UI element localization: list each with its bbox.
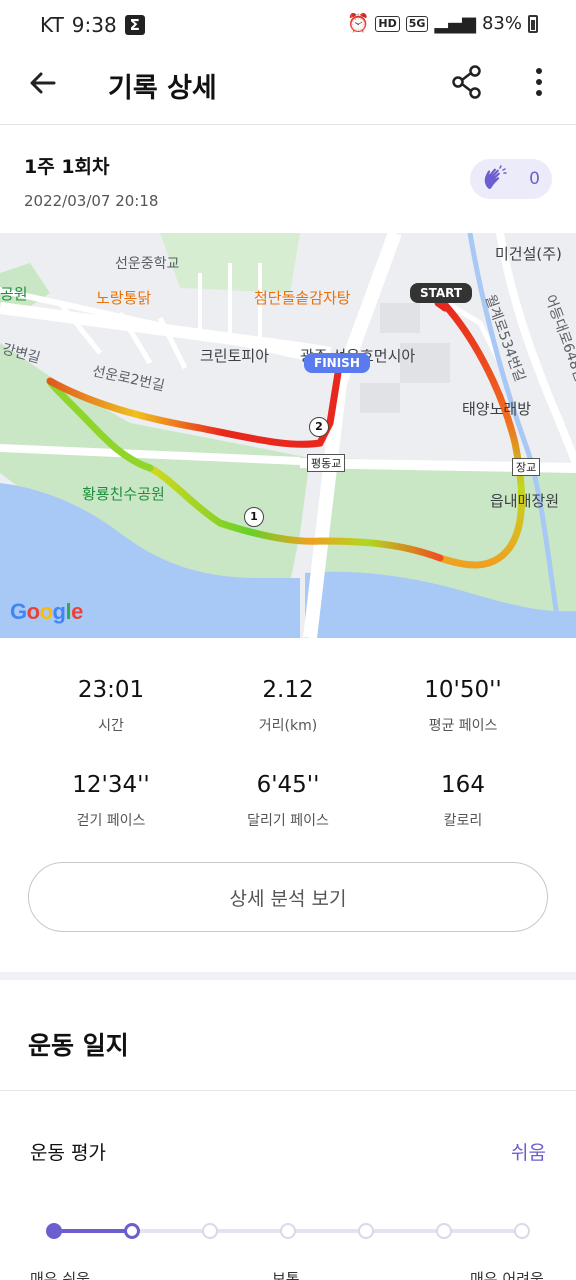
- status-bar: KT 9:38 Σ ⏰ HD 5G ▂▄▆ 83%: [0, 0, 576, 50]
- slider-step[interactable]: [280, 1223, 296, 1239]
- status-right: ⏰ HD 5G ▂▄▆ 83%: [347, 13, 538, 34]
- stat-label: 거리(km): [258, 718, 318, 734]
- map-label-school: 선운중학교: [115, 256, 180, 272]
- signal-icon: ▂▄▆: [434, 13, 476, 34]
- clap-icon: [484, 165, 507, 190]
- page-title: 기록 상세: [108, 73, 217, 104]
- building-block: [360, 383, 400, 413]
- slider-step[interactable]: [46, 1223, 62, 1239]
- stat-label: 시간: [98, 718, 124, 734]
- scale-label-min: 매우 쉬움: [30, 1270, 90, 1280]
- km-marker: 1: [244, 507, 264, 527]
- journal-title: 운동 일지: [28, 1031, 129, 1060]
- map-label-restaurant: 노랑통닭: [96, 289, 152, 307]
- carrier: KT: [40, 13, 64, 37]
- map-label-company: 미건설(주): [495, 245, 562, 263]
- stat-label: 평균 페이스: [428, 718, 498, 734]
- scale-label-max: 매우 어려움: [470, 1270, 544, 1280]
- stat-label: 칼로리: [443, 813, 483, 829]
- more-options-icon[interactable]: [528, 66, 550, 98]
- evaluation-value: 쉬움: [511, 1142, 546, 1164]
- sigma-icon: Σ: [124, 15, 145, 35]
- map-label-park: 공원: [0, 285, 28, 303]
- map-label-shop: 크린토피아: [200, 347, 270, 365]
- slider-fill: [54, 1229, 132, 1233]
- stat-value: 23:01: [77, 677, 145, 703]
- stat-run-pace: 6'45'' 달리기 페이스: [192, 772, 384, 830]
- section-divider: [0, 972, 576, 980]
- share-icon[interactable]: [450, 64, 484, 100]
- stat-distance: 2.12 거리(km): [192, 677, 384, 735]
- app-bar: 기록 상세: [0, 50, 576, 125]
- km-marker: 2: [309, 417, 329, 437]
- stat-time: 23:01 시간: [15, 677, 207, 735]
- clock: 9:38: [71, 13, 117, 37]
- stat-value: 10'50'': [424, 677, 502, 703]
- status-left: KT 9:38 Σ: [40, 13, 145, 37]
- hd-icon: HD: [375, 15, 400, 32]
- slider-step[interactable]: [358, 1223, 374, 1239]
- back-arrow-icon[interactable]: [26, 66, 60, 100]
- slider-step[interactable]: [124, 1223, 140, 1239]
- stat-value: 12'34'': [72, 772, 150, 798]
- stat-value: 2.12: [262, 677, 314, 703]
- stat-walk-pace: 12'34'' 걷기 페이스: [15, 772, 207, 830]
- slider-step[interactable]: [436, 1223, 452, 1239]
- evaluation-label: 운동 평가: [30, 1142, 106, 1164]
- map-label-park: 황룡친수공원: [82, 485, 165, 503]
- stat-label: 달리기 페이스: [247, 813, 329, 829]
- finish-pin: FINISH: [304, 353, 370, 373]
- stat-label: 걷기 페이스: [76, 813, 146, 829]
- route-start-stub: [434, 299, 449, 312]
- slider-step[interactable]: [514, 1223, 530, 1239]
- battery-level: 83%: [481, 13, 522, 34]
- start-pin: START: [410, 283, 473, 303]
- scale-label-mid: 보통: [272, 1270, 300, 1280]
- detail-analysis-button[interactable]: 상세 분석 보기: [28, 862, 548, 932]
- map-label-bridge: 평동교: [307, 454, 346, 472]
- record-header: 1주 1회차 2022/03/07 20:18 0: [0, 126, 576, 232]
- stat-calories: 164 칼로리: [367, 772, 559, 830]
- google-logo: Google: [10, 599, 83, 624]
- map-label-shop: 태양노래방: [462, 400, 532, 418]
- map-label-shop: 읍내매장원: [490, 492, 560, 510]
- stat-value: 164: [441, 772, 485, 798]
- map-label-restaurant: 첨단돌솥감자탕: [254, 289, 351, 307]
- alarm-icon: ⏰: [347, 13, 370, 34]
- clap-count: 0: [529, 169, 540, 189]
- stat-value: 6'45'': [256, 772, 320, 798]
- network-icon: 5G: [405, 15, 429, 32]
- session-title: 1주 1회차: [24, 156, 110, 178]
- map-label-bridge: 장교: [512, 458, 541, 476]
- stat-avg-pace: 10'50'' 평균 페이스: [367, 677, 559, 735]
- building-block: [380, 303, 420, 333]
- session-date: 2022/03/07 20:18: [24, 192, 159, 210]
- divider: [0, 1090, 576, 1091]
- slider-step[interactable]: [202, 1223, 218, 1239]
- route-map[interactable]: 선운중학교 노랑통닭 첨단돌솥감자탕 미건설(주) 공원 강변길 선운로2번길 …: [0, 233, 576, 638]
- clap-button[interactable]: 0: [470, 159, 552, 199]
- battery-icon: [528, 14, 538, 33]
- difficulty-slider[interactable]: [40, 1218, 536, 1244]
